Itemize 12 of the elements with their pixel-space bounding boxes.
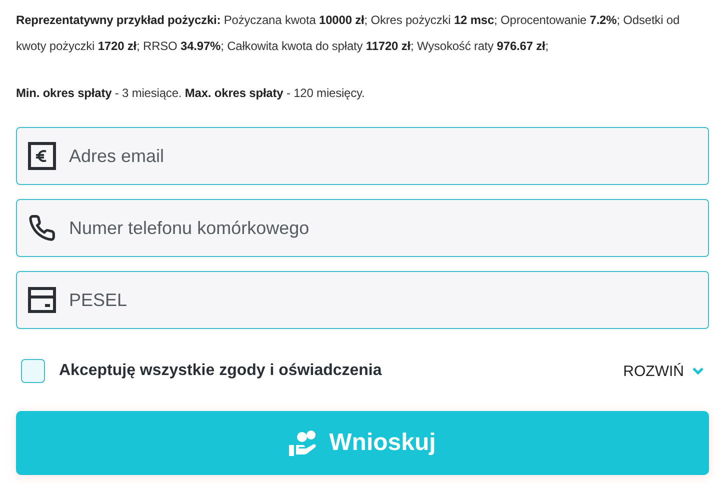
input-field[interactable]: Adres email	[16, 127, 709, 185]
loan-example-text: Reprezentatywny przykład pożyczki: Pożyczana kwota 10000 zł; Okres pożyczki 12 msc; Oprocentowanie 7.2%; Odsetki od kwoty pożyczki 1720 zł; RRSO 34.97%; Całkowita kwota do spłaty 11720 zł; Wysokość raty 976.67 zł;	[16, 12, 681, 55]
checkbox[interactable]	[21, 359, 45, 383]
input-field[interactable]: PESEL	[16, 271, 709, 329]
card-icon	[28, 287, 56, 313]
consent-label: Akceptuję wszystkie zgody i oświadczenia	[59, 362, 383, 380]
euro-icon	[28, 142, 56, 170]
repayment-terms-text: Min. okres spłaty - 3 miesiące. Max. okres spłaty - 120 miesięcy.	[16, 85, 366, 102]
expand-button[interactable]: ROZWIŃ	[623, 362, 704, 380]
phone-icon	[28, 214, 56, 242]
input-field[interactable]: Numer telefonu komórkowego	[16, 199, 709, 257]
chevron-icon	[692, 367, 704, 375]
